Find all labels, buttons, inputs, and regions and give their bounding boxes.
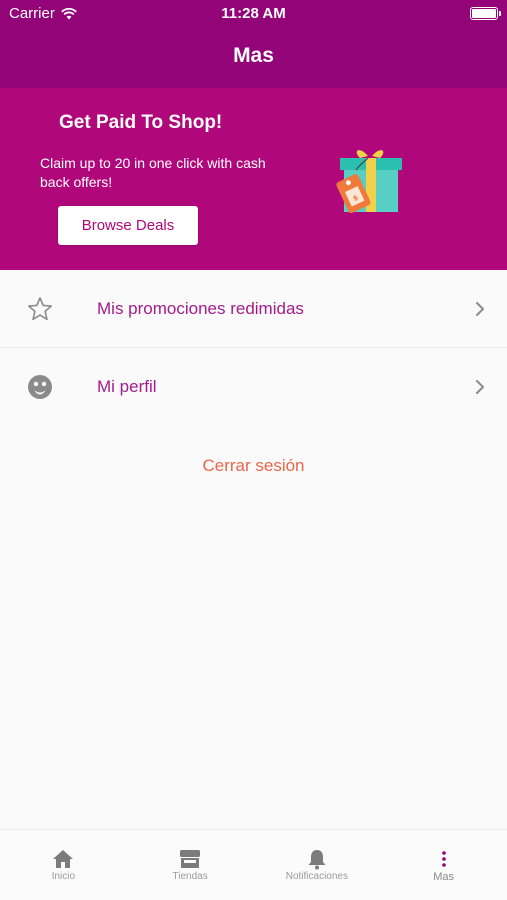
promo-description: Claim up to 20 in one click with cash ba… — [40, 155, 266, 190]
chevron-right-icon — [476, 380, 484, 394]
tab-bar: Inicio Tiendas Notificaciones Mas — [0, 829, 507, 900]
page-title: Mas — [233, 44, 274, 67]
tab-label: Inicio — [51, 871, 76, 882]
home-icon — [53, 850, 74, 868]
store-icon — [180, 850, 201, 868]
promo-title: Get Paid To Shop! — [59, 112, 223, 133]
menu-item-profile[interactable]: Mi perfil — [0, 348, 507, 426]
menu-item-label: Mis promociones redimidas — [97, 299, 304, 318]
status-time: 11:28 AM — [221, 5, 286, 22]
browse-deals-button[interactable]: Browse Deals — [58, 206, 198, 245]
tab-notificaciones[interactable]: Notificaciones — [254, 830, 381, 900]
bell-icon — [308, 850, 326, 870]
tab-label: Tiendas — [172, 871, 208, 882]
menu-item-redeemed-promotions[interactable]: Mis promociones redimidas — [0, 270, 507, 348]
menu-list: Mis promociones redimidas Mi perfil — [0, 270, 507, 426]
gift-illustration-icon: $ — [336, 150, 402, 214]
header: Carrier 11:28 AM Mas — [0, 0, 507, 88]
chevron-right-icon — [476, 302, 484, 316]
tab-mas[interactable]: Mas — [380, 830, 507, 900]
tab-tiendas[interactable]: Tiendas — [127, 830, 254, 900]
promo-banner: Get Paid To Shop! Claim up to 20 in one … — [0, 88, 507, 270]
menu-item-label: Mi perfil — [97, 377, 157, 396]
status-bar: Carrier 11:28 AM — [0, 0, 507, 28]
logout-button[interactable]: Cerrar sesión — [0, 456, 507, 476]
star-icon — [28, 297, 52, 321]
screen: Carrier 11:28 AM Mas Get Paid To Shop! C… — [0, 0, 507, 900]
tab-label: Mas — [433, 871, 455, 883]
tab-inicio[interactable]: Inicio — [0, 830, 127, 900]
profile-face-icon — [28, 375, 52, 399]
tab-label: Notificaciones — [285, 871, 348, 882]
battery-icon — [470, 7, 501, 20]
more-vertical-icon — [441, 851, 446, 867]
